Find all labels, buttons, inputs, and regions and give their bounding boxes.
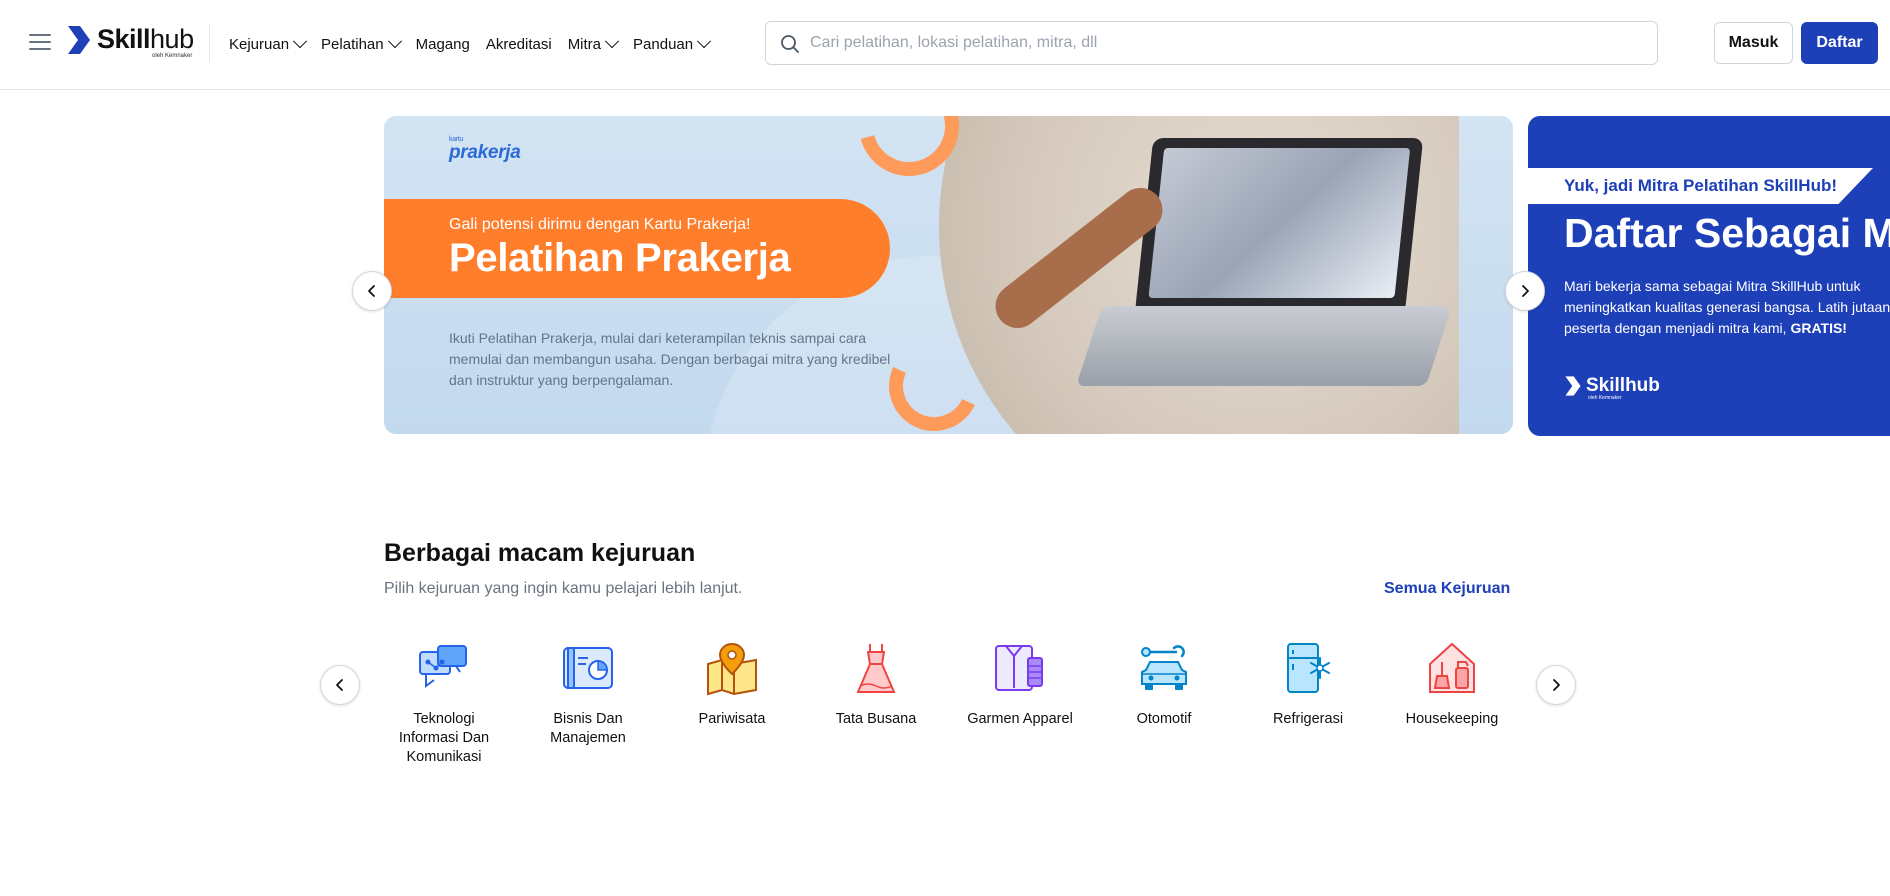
chevron-down-icon xyxy=(292,34,308,49)
banner-title: Pelatihan Prakerja xyxy=(449,236,791,280)
top-navbar: Skillhub oleh Kemnaker Kejuruan Pelatiha… xyxy=(0,0,1890,90)
section-subtitle: Pilih kejuruan yang ingin kamu pelajari … xyxy=(384,580,743,597)
search-bar xyxy=(765,21,1658,65)
chevron-right-icon xyxy=(1553,679,1560,691)
shirt-thread-icon xyxy=(995,645,1043,691)
category-teknologi-informasi[interactable]: Teknologi Informasi Dan Komunikasi xyxy=(384,640,504,767)
search-input[interactable] xyxy=(810,34,1657,52)
category-next-button[interactable] xyxy=(1536,665,1576,705)
register-button[interactable]: Daftar xyxy=(1801,22,1878,64)
nav-mitra[interactable]: Mitra xyxy=(568,34,620,53)
dress-icon xyxy=(856,644,896,693)
cleaning-house-icon xyxy=(1429,642,1475,693)
carousel-next-button[interactable] xyxy=(1505,271,1545,311)
search-icon xyxy=(781,35,799,53)
chevron-down-icon xyxy=(604,34,620,49)
chevron-down-icon xyxy=(387,34,402,49)
category-pariwisata[interactable]: Pariwisata xyxy=(672,640,792,729)
skillhub-logo-icon xyxy=(1565,376,1581,396)
section-title: Berbagai macam kejuruan xyxy=(384,539,696,567)
divider xyxy=(209,24,210,62)
banner-eyebrow: Gali potensi dirimu dengan Kartu Prakerj… xyxy=(449,216,751,233)
chevron-down-icon xyxy=(697,34,712,49)
see-all-kejuruan-link[interactable]: Semua Kejuruan xyxy=(1384,580,1510,598)
nav-kejuruan[interactable]: Kejuruan xyxy=(229,34,308,53)
skillhub-logo-white: Skillhub oleh Kemnaker xyxy=(1564,375,1660,401)
category-tata-busana[interactable]: Tata Busana xyxy=(816,640,936,729)
business-chart-icon xyxy=(563,647,613,689)
category-otomotif[interactable]: Otomotif xyxy=(1104,640,1224,729)
laptop-base xyxy=(1076,306,1452,386)
laptop-photo xyxy=(939,116,1459,434)
skillhub-logo[interactable]: Skillhub oleh Kemnaker xyxy=(66,24,194,60)
chat-network-icon xyxy=(419,645,467,688)
chevron-right-icon xyxy=(1522,285,1529,297)
category-refrigerasi[interactable]: Refrigerasi xyxy=(1248,640,1368,729)
banner-description: Mari bekerja sama sebagai Mitra SkillHub… xyxy=(1564,278,1890,336)
logo-subtitle: oleh Kemnaker xyxy=(152,53,193,59)
banner-mitra[interactable]: Yuk, jadi Mitra Pelatihan SkillHub! Daft… xyxy=(1528,116,1890,436)
fridge-snow-icon xyxy=(1287,643,1330,693)
chevron-left-icon xyxy=(336,679,343,691)
map-pin-icon xyxy=(707,642,757,696)
prakerja-logo: kartu prakerja xyxy=(449,136,521,163)
logo-wordmark: Skillhub xyxy=(97,24,194,54)
login-button[interactable]: Masuk xyxy=(1714,22,1793,64)
hamburger-menu-icon[interactable] xyxy=(29,33,51,51)
car-wrench-icon xyxy=(1141,645,1187,690)
chevron-left-icon xyxy=(368,285,375,297)
laptop-screen xyxy=(1134,138,1424,314)
carousel-prev-button[interactable] xyxy=(352,271,392,311)
banner-description: Ikuti Pelatihan Prakerja, mulai dari ket… xyxy=(449,330,891,388)
banner-prakerja[interactable]: kartu prakerja Gali potensi dirimu dengan… xyxy=(384,116,1513,434)
banner-photo xyxy=(939,116,1459,434)
category-garmen-apparel[interactable]: Garmen Apparel xyxy=(960,640,1080,729)
nav-panduan[interactable]: Panduan xyxy=(633,34,712,53)
category-housekeeping[interactable]: Housekeeping xyxy=(1392,640,1512,729)
banner-eyebrow: Yuk, jadi Mitra Pelatihan SkillHub! xyxy=(1564,176,1838,195)
category-bisnis-manajemen[interactable]: Bisnis Dan Manajemen xyxy=(528,640,648,748)
skillhub-logo-icon xyxy=(68,26,90,54)
nav-pelatihan[interactable]: Pelatihan xyxy=(321,34,402,53)
nav-magang[interactable]: Magang xyxy=(416,36,470,53)
main-nav: Kejuruan Pelatihan Magang Akreditasi Mit… xyxy=(229,0,725,88)
category-prev-button[interactable] xyxy=(320,665,360,705)
banner-title: Daftar Sebagai Mitra xyxy=(1564,210,1890,256)
nav-akreditasi[interactable]: Akreditasi xyxy=(486,36,552,53)
